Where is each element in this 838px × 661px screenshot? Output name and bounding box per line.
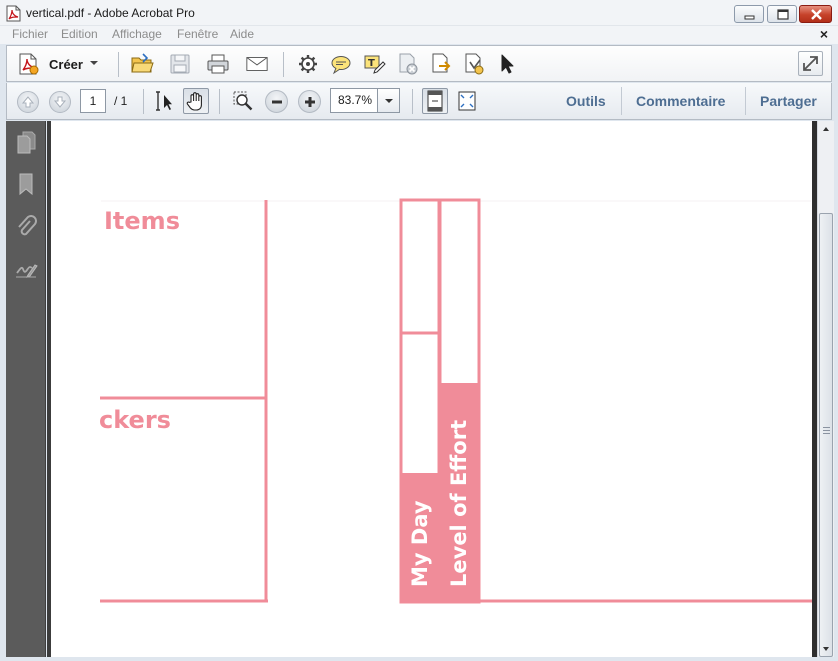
zoom-dropdown-button[interactable]: [378, 88, 400, 113]
tools-pane-link[interactable]: Outils: [566, 93, 606, 109]
navigation-toolbar: 1 / 1 83.7% Outils Commentaire Partager: [6, 83, 832, 120]
maximize-icon: [777, 9, 789, 20]
plus-icon: [304, 96, 315, 107]
label-level-of-effort: Level of Effort: [447, 419, 471, 587]
close-icon: [811, 9, 822, 20]
page-number-input[interactable]: 1: [80, 89, 106, 113]
close-window-button[interactable]: [799, 5, 832, 23]
sign-icon[interactable]: [462, 52, 486, 76]
menu-edition[interactable]: Edition: [61, 27, 98, 41]
pane-divider: [621, 87, 622, 115]
create-pdf-icon[interactable]: [17, 52, 41, 76]
toolbar-divider: [283, 52, 284, 77]
export-icon[interactable]: [429, 52, 453, 76]
page-graphics: [100, 198, 817, 604]
zoom-level-input[interactable]: 83.7%: [330, 88, 378, 113]
text-select-cursor-icon[interactable]: [152, 89, 176, 113]
pane-divider: [745, 87, 746, 115]
text-edit-icon[interactable]: T: [363, 52, 387, 76]
comment-pane-link[interactable]: Commentaire: [636, 93, 725, 109]
page-total: / 1: [114, 94, 128, 108]
scroll-up-button[interactable]: [818, 121, 834, 138]
window-title-bar: vertical.pdf - Adobe Acrobat Pro: [0, 0, 838, 26]
navigation-pane: [6, 121, 46, 657]
open-folder-icon[interactable]: [130, 52, 154, 76]
comment-icon[interactable]: [329, 52, 353, 76]
pages-icon[interactable]: [13, 129, 39, 155]
attachment-icon[interactable]: [13, 214, 39, 240]
toolbar-divider: [143, 89, 144, 114]
fit-width-icon[interactable]: [455, 89, 479, 113]
minimize-icon: [744, 15, 755, 20]
select-icon[interactable]: [495, 52, 519, 76]
menu-aide[interactable]: Aide: [230, 27, 254, 41]
svg-text:T: T: [368, 58, 375, 69]
minimize-button[interactable]: [734, 5, 764, 23]
toolbar-divider: [118, 52, 119, 77]
expand-icon: [803, 56, 818, 71]
toolbar-divider: [412, 89, 413, 114]
vertical-scrollbar[interactable]: [817, 121, 834, 657]
print-icon[interactable]: [206, 52, 230, 76]
grip-icon: [823, 427, 830, 434]
main-toolbar: Créer T: [6, 45, 832, 82]
menu-fichier[interactable]: Fichier: [12, 27, 48, 41]
menu-affichage[interactable]: Affichage: [112, 27, 162, 41]
email-icon[interactable]: [245, 52, 269, 76]
delete-page-icon[interactable]: [396, 52, 420, 76]
chevron-down-icon[interactable]: [90, 61, 98, 65]
settings-icon[interactable]: [296, 52, 320, 76]
arrow-up-icon: [823, 127, 829, 131]
hand-tool-button[interactable]: [183, 88, 209, 114]
share-pane-link[interactable]: Partager: [760, 93, 817, 109]
scrollbar-thumb[interactable]: [819, 213, 833, 657]
fit-page-button[interactable]: [422, 88, 448, 114]
zoom-in-button[interactable]: [298, 90, 321, 113]
maximize-button[interactable]: [767, 5, 797, 23]
arrow-up-icon: [21, 96, 35, 108]
fit-page-icon: [427, 90, 443, 112]
arrow-down-icon: [823, 647, 829, 651]
save-icon[interactable]: [168, 52, 192, 76]
create-button-label[interactable]: Créer: [49, 57, 83, 72]
previous-page-button[interactable]: [17, 91, 39, 113]
menu-bar: Fichier Edition Affichage Fenêtre Aide ×: [0, 26, 838, 44]
document-page[interactable]: Items ckers My Day Level of Effort: [47, 121, 817, 657]
expand-button[interactable]: [798, 51, 823, 76]
zoom-out-button[interactable]: [265, 90, 288, 113]
minus-icon: [271, 100, 282, 103]
heading-stickers: ckers: [99, 406, 171, 434]
menu-fenetre[interactable]: Fenêtre: [177, 27, 218, 41]
close-document-button[interactable]: ×: [820, 26, 828, 42]
hand-icon: [186, 92, 202, 111]
label-my-day: My Day: [408, 500, 432, 587]
arrow-down-icon: [53, 96, 67, 108]
next-page-button[interactable]: [49, 91, 71, 113]
marquee-zoom-icon[interactable]: [231, 89, 255, 113]
acrobat-app-icon: [6, 5, 21, 22]
bookmark-icon[interactable]: [13, 171, 39, 197]
scroll-down-button[interactable]: [818, 640, 834, 657]
toolbar-divider: [219, 89, 220, 114]
signature-icon[interactable]: [13, 257, 39, 283]
window-title: vertical.pdf - Adobe Acrobat Pro: [26, 6, 195, 20]
heading-items: Items: [104, 207, 180, 235]
